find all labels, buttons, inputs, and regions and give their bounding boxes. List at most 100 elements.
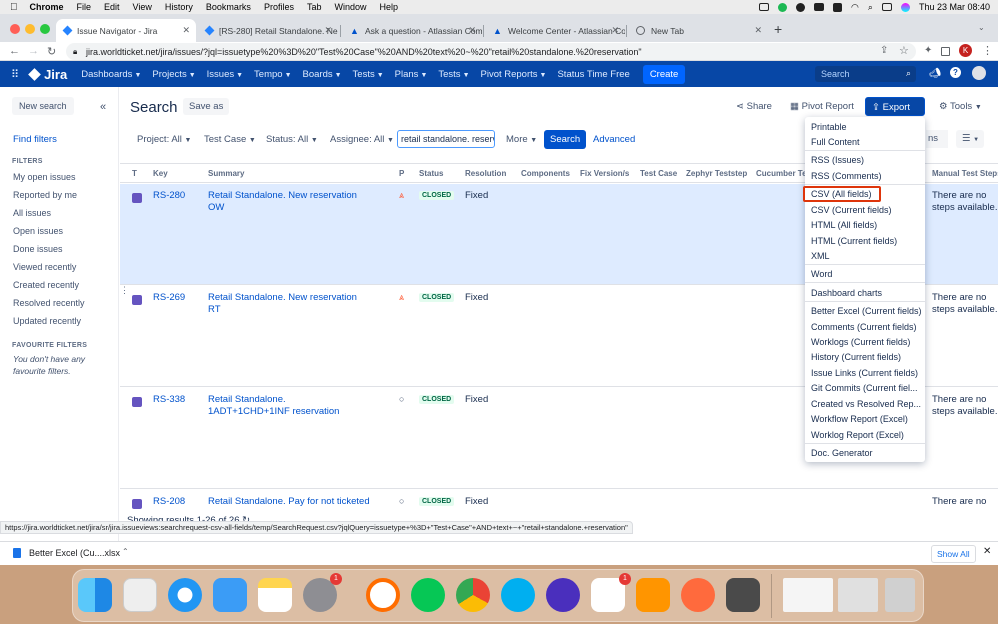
- column-status[interactable]: Status: [419, 169, 443, 178]
- nav-tests-zephyr[interactable]: Tests ▼: [438, 69, 469, 80]
- download-filename[interactable]: Better Excel (Cu....xlsx: [29, 548, 120, 558]
- openvpn-icon[interactable]: [366, 578, 400, 612]
- export-html-all-fields[interactable]: HTML (All fields): [811, 220, 877, 230]
- nav-issues[interactable]: Issues ▼: [207, 69, 243, 80]
- export-dashboard-charts[interactable]: Dashboard charts: [811, 288, 882, 298]
- column-summary[interactable]: Summary: [208, 169, 244, 178]
- close-tab-icon[interactable]: ✕: [182, 25, 190, 36]
- close-tab-icon[interactable]: ✕: [468, 25, 476, 36]
- forward-icon[interactable]: →: [28, 45, 39, 57]
- menu-bookmarks[interactable]: Bookmarks: [206, 2, 251, 12]
- tab-welcome-center[interactable]: ▲ Welcome Center - Atlassian Co ✕: [485, 19, 625, 42]
- export-comments[interactable]: Comments (Current fields): [811, 322, 917, 332]
- menu-history[interactable]: History: [165, 2, 193, 12]
- issue-key-link[interactable]: RS-269: [153, 292, 185, 303]
- filter-viewed-recently[interactable]: Viewed recently: [13, 262, 76, 272]
- apple-icon[interactable]: : [10, 2, 18, 13]
- tab-issue-navigator[interactable]: Issue Navigator - Jira ✕: [56, 19, 196, 42]
- siri-icon[interactable]: [900, 2, 910, 12]
- table-row[interactable]: RS-208 Retail Standalone. Pay for not ti…: [120, 490, 998, 512]
- export-button[interactable]: ⇪ Export ▼: [865, 97, 925, 123]
- close-tab-icon[interactable]: ✕: [611, 25, 619, 36]
- reload-icon[interactable]: ↻: [47, 45, 56, 58]
- pages-icon[interactable]: [636, 578, 670, 612]
- export-workflow-report[interactable]: Workflow Report (Excel): [811, 414, 908, 424]
- column-zephyr-teststep[interactable]: Zephyr Teststep: [686, 169, 747, 178]
- tools-button[interactable]: ⚙ Tools ▼: [939, 101, 982, 112]
- user-avatar[interactable]: [972, 66, 986, 80]
- tab-new-tab[interactable]: New Tab ✕: [628, 19, 768, 42]
- address-bar[interactable]: 🔒︎ jira.worldticket.net/jira/issues/?jql…: [66, 43, 916, 60]
- wifi-icon[interactable]: ◠: [851, 2, 859, 13]
- skype-icon[interactable]: [501, 578, 535, 612]
- chevron-up-icon[interactable]: ⌃: [122, 547, 129, 556]
- menu-view[interactable]: View: [133, 2, 152, 12]
- menu-help[interactable]: Help: [379, 2, 398, 12]
- nav-pivot-reports[interactable]: Pivot Reports ▼: [481, 69, 547, 80]
- filter-reported-by-me[interactable]: Reported by me: [13, 190, 77, 200]
- side-panel-icon[interactable]: [941, 47, 950, 56]
- testcase-filter[interactable]: Test Case ▼: [204, 134, 256, 145]
- issue-summary-link[interactable]: Retail Standalone. 1ADT+1CHD+1INF reserv…: [208, 394, 368, 418]
- assignee-filter[interactable]: Assignee: All ▼: [330, 134, 394, 145]
- advanced-search-link[interactable]: Advanced: [593, 134, 635, 145]
- issue-key-link[interactable]: RS-280: [153, 190, 185, 201]
- filter-all-issues[interactable]: All issues: [13, 208, 51, 218]
- column-test-case[interactable]: Test Case: [640, 169, 677, 178]
- nav-status-time[interactable]: Status Time Free: [557, 69, 629, 80]
- text-search-input[interactable]: retail standalone. reserv: [397, 130, 495, 148]
- lock-icon[interactable]: 🔒︎: [73, 47, 77, 57]
- column-manual-test-steps[interactable]: Manual Test Steps: [932, 169, 998, 178]
- tab-search-chevron-icon[interactable]: ⌄: [978, 23, 985, 32]
- issue-summary-link[interactable]: Retail Standalone. New reservation OW: [208, 190, 368, 214]
- sublime-text-icon[interactable]: [726, 578, 760, 612]
- filter-my-open-issues[interactable]: My open issues: [13, 172, 76, 182]
- filter-open-issues[interactable]: Open issues: [13, 226, 63, 236]
- export-worklog-report[interactable]: Worklog Report (Excel): [811, 430, 904, 440]
- menu-profiles[interactable]: Profiles: [264, 2, 294, 12]
- screen-icon[interactable]: [759, 3, 770, 11]
- export-word[interactable]: Word: [811, 269, 832, 279]
- line-icon[interactable]: [411, 578, 445, 612]
- row-drag-handle-icon[interactable]: ⋮: [120, 285, 129, 296]
- chrome-icon[interactable]: [456, 578, 490, 612]
- issue-summary-link[interactable]: Retail Standalone. New reservation RT: [208, 292, 368, 316]
- export-full-content[interactable]: Full Content: [811, 137, 860, 147]
- app-a-icon[interactable]: [814, 3, 825, 11]
- minimize-window-button[interactable]: [25, 24, 35, 34]
- export-git-commits[interactable]: Git Commits (Current fiel...: [811, 383, 918, 393]
- filter-done-issues[interactable]: Done issues: [13, 244, 63, 254]
- notes-icon[interactable]: [258, 578, 292, 612]
- create-button[interactable]: Create: [642, 64, 686, 84]
- jira-logo[interactable]: Jira: [28, 67, 67, 82]
- new-tab-button[interactable]: +: [774, 21, 782, 37]
- close-tab-icon[interactable]: ✕: [324, 25, 332, 36]
- browser-menu-icon[interactable]: ⋮: [982, 44, 993, 57]
- nav-projects[interactable]: Projects ▼: [152, 69, 195, 80]
- nav-plans[interactable]: Plans ▼: [395, 69, 428, 80]
- column-key[interactable]: Key: [153, 169, 168, 178]
- issue-key-link[interactable]: RS-208: [153, 496, 185, 507]
- filter-created-recently[interactable]: Created recently: [13, 280, 79, 290]
- collapse-sidebar-icon[interactable]: «: [100, 101, 106, 113]
- nav-tests-xray[interactable]: Tests ▼: [353, 69, 384, 80]
- status-filter[interactable]: Status: All ▼: [266, 134, 318, 145]
- extensions-icon[interactable]: ✦: [924, 45, 932, 56]
- close-tab-icon[interactable]: ✕: [754, 25, 762, 36]
- close-window-button[interactable]: [10, 24, 20, 34]
- export-rss-issues[interactable]: RSS (Issues): [811, 155, 864, 165]
- export-csv-all-fields[interactable]: CSV (All fields): [811, 189, 872, 199]
- search-button[interactable]: Search: [544, 130, 587, 149]
- share-page-icon[interactable]: ⇪: [880, 45, 888, 56]
- column-resolution[interactable]: Resolution: [465, 169, 506, 178]
- zoom-window-button[interactable]: [40, 24, 50, 34]
- export-created-vs-resolved[interactable]: Created vs Resolved Rep...: [811, 399, 921, 409]
- menubar-clock[interactable]: Thu 23 Mar 08:40: [919, 2, 990, 12]
- new-search-button[interactable]: New search: [12, 97, 74, 115]
- export-xml[interactable]: XML: [811, 251, 830, 261]
- record-icon[interactable]: [796, 2, 806, 12]
- menu-tab[interactable]: Tab: [307, 2, 322, 12]
- postman-icon[interactable]: [681, 578, 715, 612]
- columns-button[interactable]: ns: [926, 130, 948, 148]
- spotify-icon[interactable]: [778, 2, 788, 12]
